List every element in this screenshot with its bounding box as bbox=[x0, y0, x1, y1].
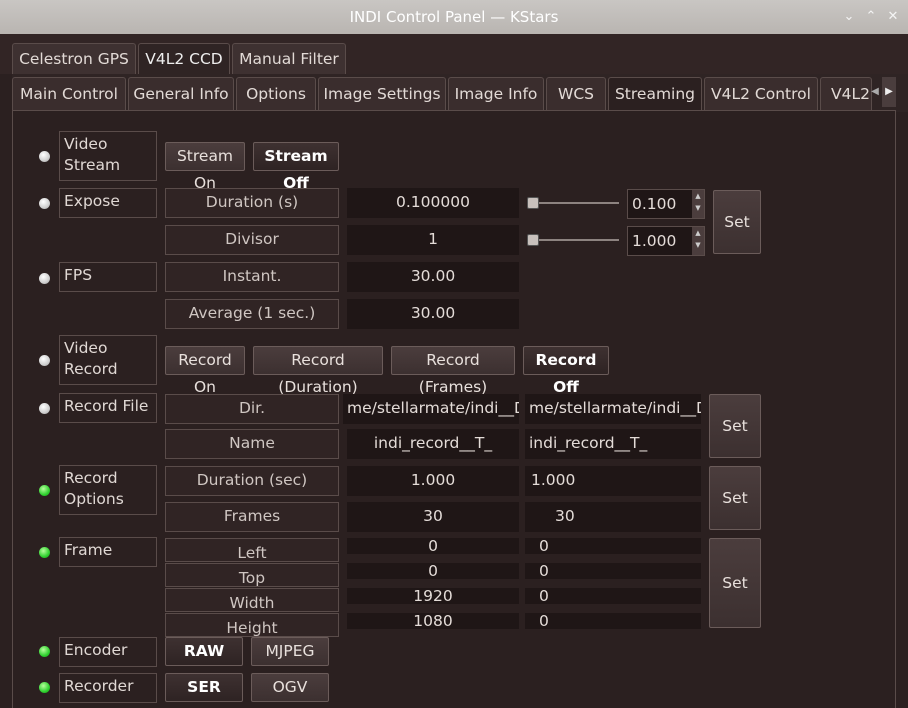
instant-label: Instant. bbox=[165, 262, 339, 292]
dir-label: Dir. bbox=[165, 394, 339, 424]
record-options-set-button[interactable]: Set bbox=[709, 466, 761, 530]
tab-main-control[interactable]: Main Control bbox=[12, 77, 126, 111]
divisor-spinbox[interactable]: 1.000 ▲ ▼ bbox=[627, 226, 705, 256]
expose-label: Expose bbox=[59, 188, 157, 218]
recorder-status-light bbox=[39, 682, 50, 693]
recorder-ogv-button[interactable]: OGV bbox=[251, 673, 329, 702]
left-input[interactable]: 0 bbox=[525, 538, 701, 554]
record-options-status-light bbox=[39, 485, 50, 496]
height-label: Height bbox=[165, 613, 339, 637]
record-duration-button[interactable]: Record (Duration) bbox=[253, 346, 383, 396]
divisor-slider[interactable] bbox=[531, 239, 619, 241]
width-value: 1920 bbox=[347, 588, 519, 604]
height-input[interactable]: 0 bbox=[525, 613, 701, 629]
window-title: INDI Control Panel — KStars bbox=[349, 8, 559, 26]
left-label: Left bbox=[165, 538, 339, 562]
name-input[interactable]: indi_record__T_ bbox=[525, 429, 701, 459]
expose-status-light bbox=[39, 198, 50, 209]
chevron-down-icon[interactable]: ⌄ bbox=[840, 8, 858, 26]
instant-value: 30.00 bbox=[347, 262, 519, 292]
top-input[interactable]: 0 bbox=[525, 563, 701, 579]
duration-label: Duration (s) bbox=[165, 188, 339, 218]
streaming-panel: Video Stream Stream On Stream Off Expose… bbox=[12, 110, 896, 708]
property-tab-bar: Main Control General Info Options Image … bbox=[12, 74, 908, 112]
record-frames-button[interactable]: Record (Frames) bbox=[391, 346, 515, 396]
device-tab-bar: Celestron GPS V4L2 CCD Manual Filter bbox=[0, 34, 908, 74]
tab-v4l2-ccd[interactable]: V4L2 CCD bbox=[138, 43, 230, 74]
tab-scroll-buttons: ◀ ▶ bbox=[868, 77, 896, 107]
recorder-label: Recorder bbox=[59, 673, 157, 703]
divisor-spin-value: 1.000 bbox=[632, 232, 677, 250]
tab-manual-filter[interactable]: Manual Filter bbox=[232, 43, 346, 74]
duration-spin-value: 0.100 bbox=[632, 195, 677, 213]
record-options-label: Record Options bbox=[59, 465, 157, 515]
stream-on-button[interactable]: Stream On bbox=[165, 142, 245, 192]
video-record-label: Video Record bbox=[59, 335, 157, 385]
tab-image-settings[interactable]: Image Settings bbox=[318, 77, 446, 111]
close-icon[interactable]: ✕ bbox=[884, 8, 902, 26]
record-duration-input[interactable]: 1.000 bbox=[525, 466, 701, 496]
name-label: Name bbox=[165, 429, 339, 459]
frames-label: Frames bbox=[165, 502, 339, 532]
record-on-button[interactable]: Record On bbox=[165, 346, 245, 396]
tab-v4l2-overflow[interactable]: V4L2 bbox=[820, 77, 872, 111]
spin-arrows-icon[interactable]: ▲ ▼ bbox=[692, 190, 704, 218]
record-duration-value: 1.000 bbox=[347, 466, 519, 496]
width-input[interactable]: 0 bbox=[525, 588, 701, 604]
divisor-value: 1 bbox=[347, 225, 519, 255]
dir-value: me/stellarmate/indi__D_ bbox=[343, 394, 519, 424]
stream-off-button[interactable]: Stream Off bbox=[253, 142, 339, 192]
width-label: Width bbox=[165, 588, 339, 612]
encoder-label: Encoder bbox=[59, 637, 157, 667]
tab-image-info[interactable]: Image Info bbox=[448, 77, 544, 111]
record-file-set-button[interactable]: Set bbox=[709, 394, 761, 458]
top-label: Top bbox=[165, 563, 339, 587]
frame-set-button[interactable]: Set bbox=[709, 538, 761, 628]
dir-input[interactable]: me/stellarmate/indi__D_ bbox=[525, 394, 701, 424]
video-stream-status-light bbox=[39, 151, 50, 162]
duration-slider[interactable] bbox=[531, 202, 619, 204]
divisor-slider-handle[interactable] bbox=[527, 234, 539, 246]
duration-value: 0.100000 bbox=[347, 188, 519, 218]
average-value: 30.00 bbox=[347, 299, 519, 329]
record-duration-label: Duration (sec) bbox=[165, 466, 339, 496]
window-titlebar: INDI Control Panel — KStars ⌄ ⌃ ✕ bbox=[0, 0, 908, 34]
duration-spinbox[interactable]: 0.100 ▲ ▼ bbox=[627, 189, 705, 219]
divisor-label: Divisor bbox=[165, 225, 339, 255]
tab-celestron-gps[interactable]: Celestron GPS bbox=[12, 43, 136, 74]
record-file-status-light bbox=[39, 403, 50, 414]
frames-input[interactable]: 30 bbox=[525, 502, 701, 532]
scroll-left-icon[interactable]: ◀ bbox=[868, 77, 882, 107]
average-label: Average (1 sec.) bbox=[165, 299, 339, 329]
encoder-raw-button[interactable]: RAW bbox=[165, 637, 243, 666]
tab-wcs[interactable]: WCS bbox=[546, 77, 606, 111]
tab-options[interactable]: Options bbox=[236, 77, 316, 111]
recorder-ser-button[interactable]: SER bbox=[165, 673, 243, 702]
record-off-button[interactable]: Record Off bbox=[523, 346, 609, 396]
encoder-mjpeg-button[interactable]: MJPEG bbox=[251, 637, 329, 666]
record-file-label: Record File bbox=[59, 393, 157, 423]
fps-status-light bbox=[39, 273, 50, 284]
height-value: 1080 bbox=[347, 613, 519, 629]
tab-streaming[interactable]: Streaming bbox=[608, 77, 702, 111]
left-value: 0 bbox=[347, 538, 519, 554]
fps-label: FPS bbox=[59, 262, 157, 292]
video-record-status-light bbox=[39, 355, 50, 366]
name-value: indi_record__T_ bbox=[347, 429, 519, 459]
tab-v4l2-control[interactable]: V4L2 Control bbox=[704, 77, 818, 111]
frame-status-light bbox=[39, 547, 50, 558]
scroll-right-icon[interactable]: ▶ bbox=[882, 77, 896, 107]
expose-set-button[interactable]: Set bbox=[713, 190, 761, 254]
top-value: 0 bbox=[347, 563, 519, 579]
frames-value: 30 bbox=[347, 502, 519, 532]
video-stream-label: Video Stream bbox=[59, 131, 157, 181]
encoder-status-light bbox=[39, 646, 50, 657]
tab-general-info[interactable]: General Info bbox=[128, 77, 234, 111]
chevron-up-icon[interactable]: ⌃ bbox=[862, 8, 880, 26]
duration-slider-handle[interactable] bbox=[527, 197, 539, 209]
spin-arrows-icon[interactable]: ▲ ▼ bbox=[692, 227, 704, 255]
frame-label: Frame bbox=[59, 537, 157, 567]
